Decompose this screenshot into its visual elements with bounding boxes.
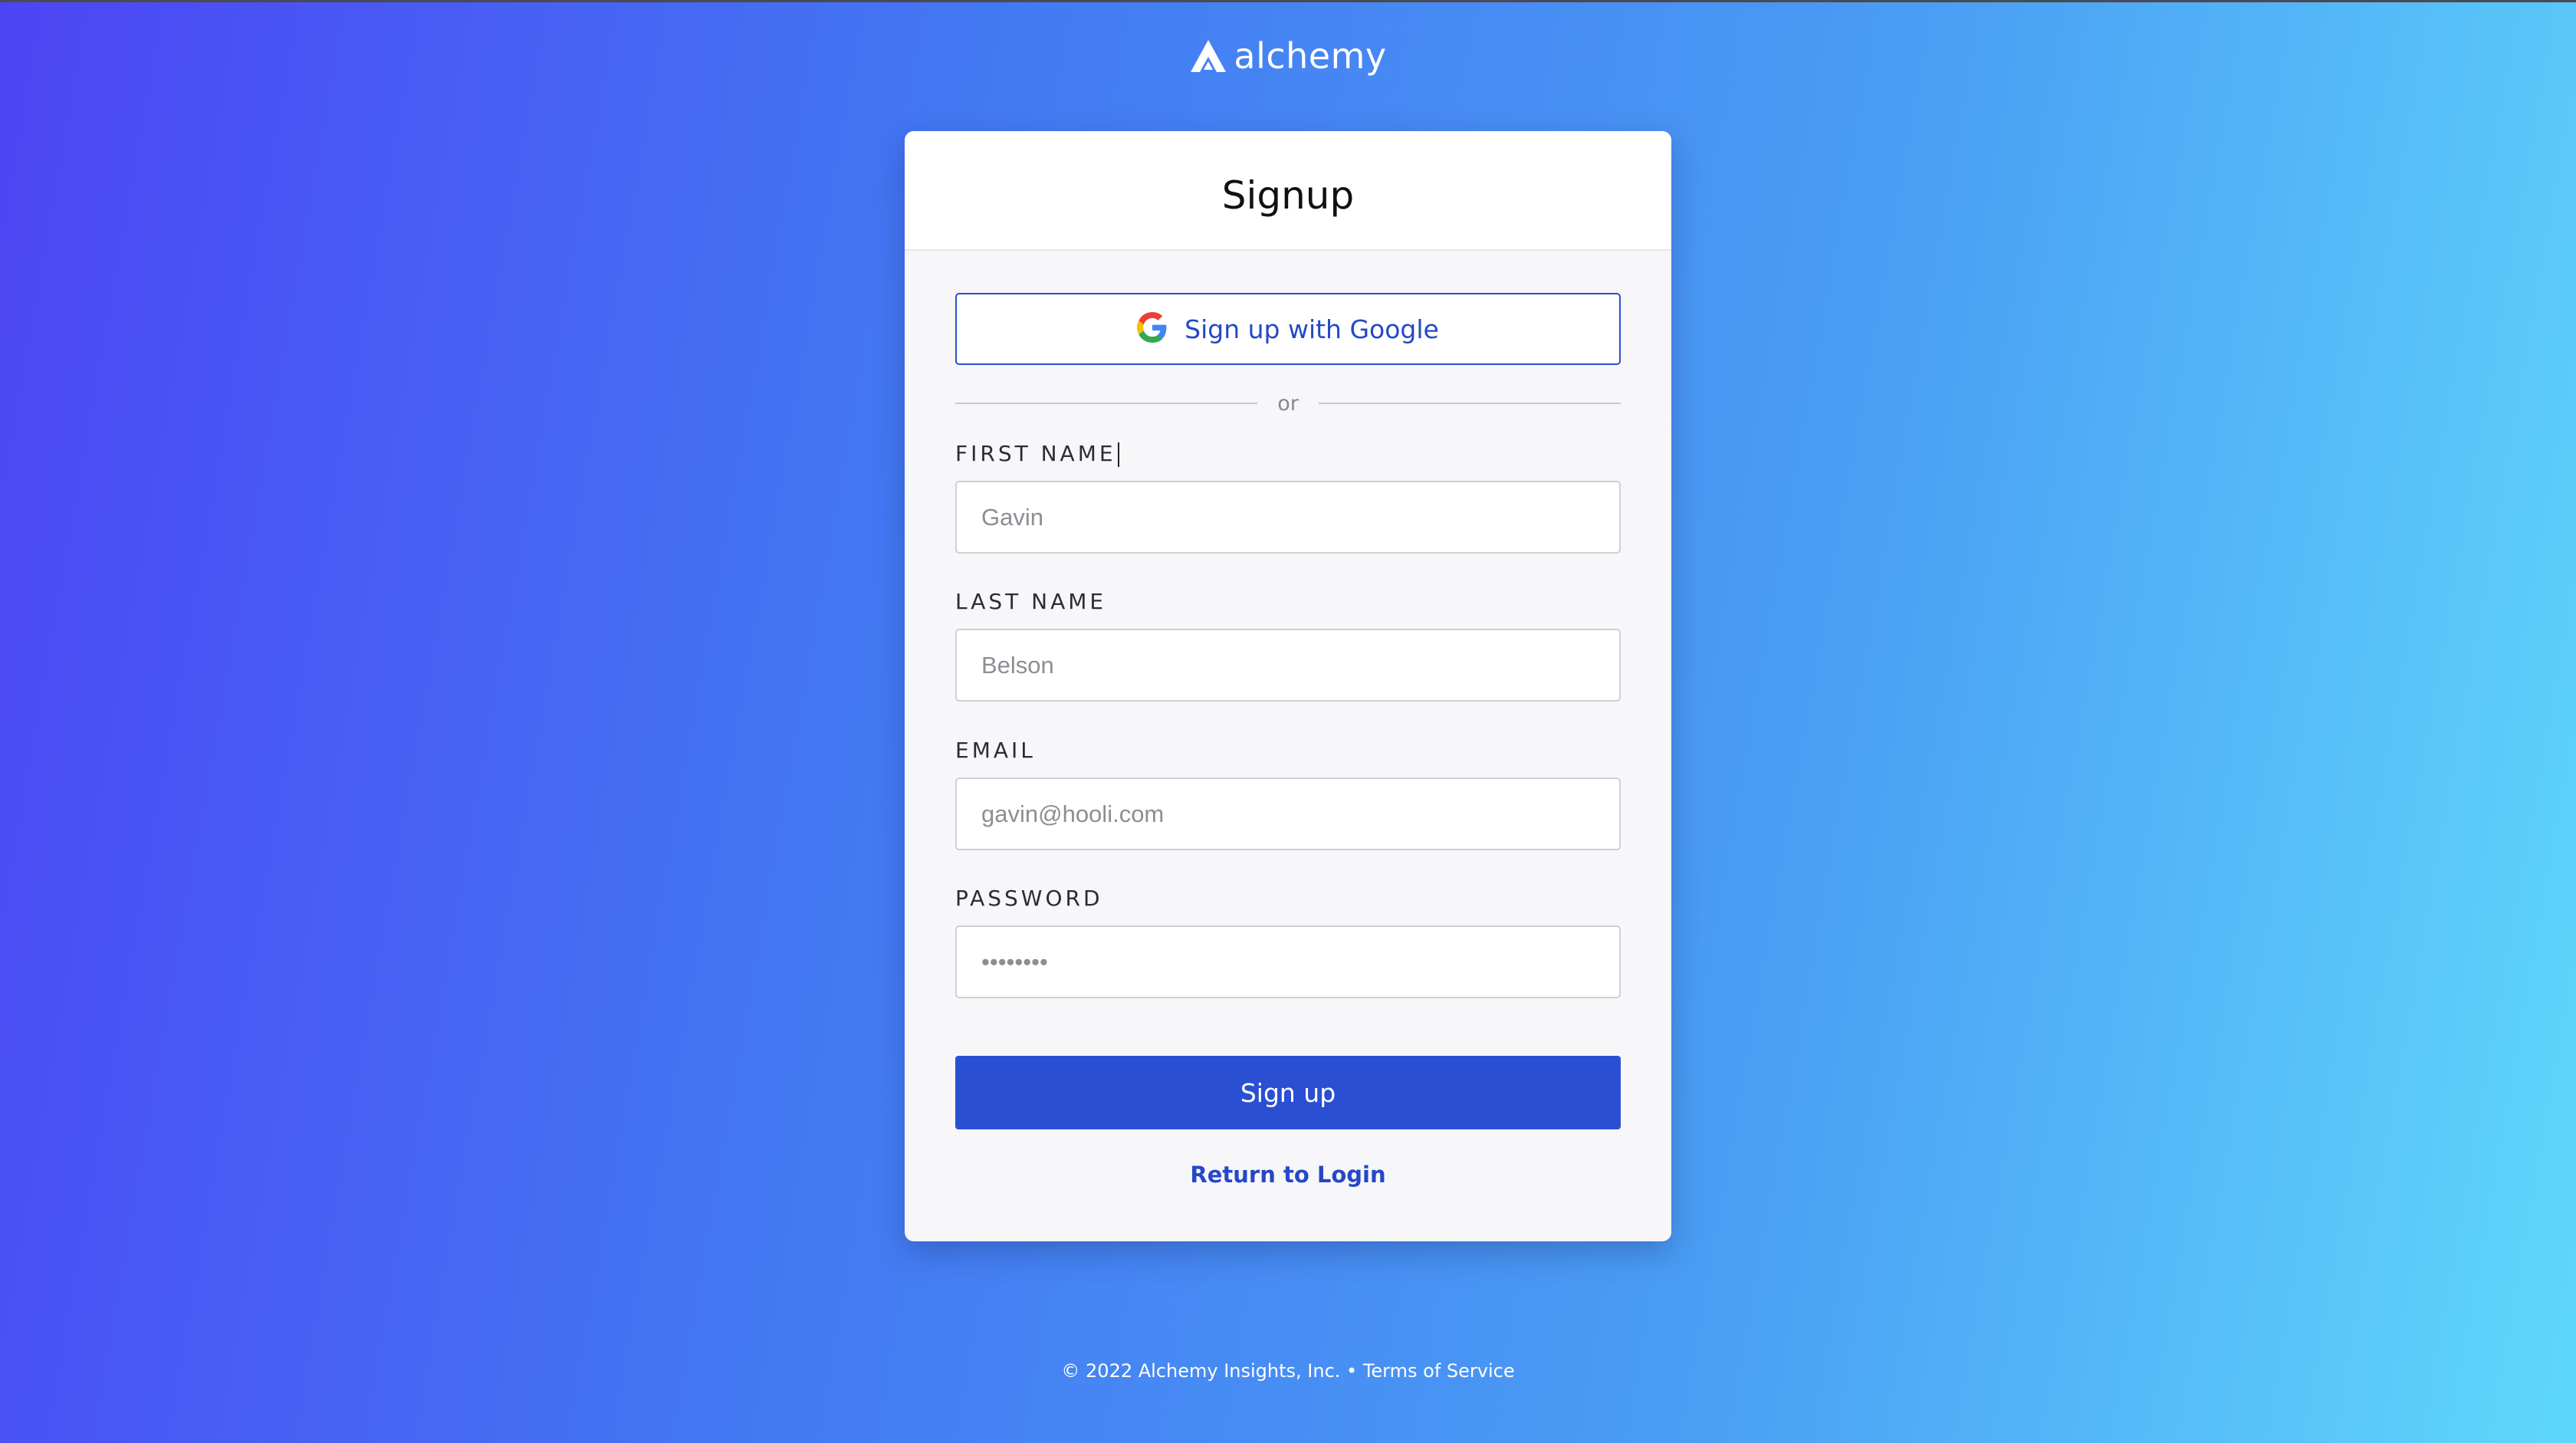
brand-logo: alchemy — [0, 35, 2576, 77]
divider-line-right — [1318, 403, 1621, 404]
terms-of-service-link[interactable]: Terms of Service — [1363, 1360, 1515, 1382]
window-top-border — [0, 0, 2576, 2]
divider-line-left — [955, 403, 1258, 404]
google-icon — [1137, 311, 1168, 347]
card-header: Signup — [905, 131, 1671, 251]
alchemy-logo-icon — [1189, 38, 1227, 74]
google-signup-button[interactable]: Sign up with Google — [955, 293, 1621, 365]
password-input[interactable] — [955, 925, 1621, 998]
google-signup-label: Sign up with Google — [1184, 314, 1439, 344]
signup-submit-button[interactable]: Sign up — [955, 1056, 1621, 1129]
text-caret — [1117, 442, 1119, 467]
signup-card: Signup Sign up with Google or FIRST NAME… — [905, 131, 1671, 1241]
last-name-label: LAST NAME — [955, 589, 1107, 614]
first-name-input[interactable] — [955, 481, 1621, 554]
first-name-label: FIRST NAME — [955, 441, 1119, 467]
return-to-login-link[interactable]: Return to Login — [905, 1162, 1671, 1188]
footer: © 2022 Alchemy Insights, Inc. • Terms of… — [0, 1360, 2576, 1382]
last-name-input[interactable] — [955, 629, 1621, 702]
divider-text: or — [1277, 391, 1299, 416]
footer-copyright: © 2022 Alchemy Insights, Inc. • — [1061, 1360, 1358, 1382]
page-title: Signup — [1221, 173, 1355, 218]
email-label: EMAIL — [955, 738, 1036, 763]
email-input[interactable] — [955, 777, 1621, 850]
password-label: PASSWORD — [955, 886, 1103, 911]
brand-name: alchemy — [1234, 35, 1387, 77]
or-divider: or — [955, 391, 1621, 416]
